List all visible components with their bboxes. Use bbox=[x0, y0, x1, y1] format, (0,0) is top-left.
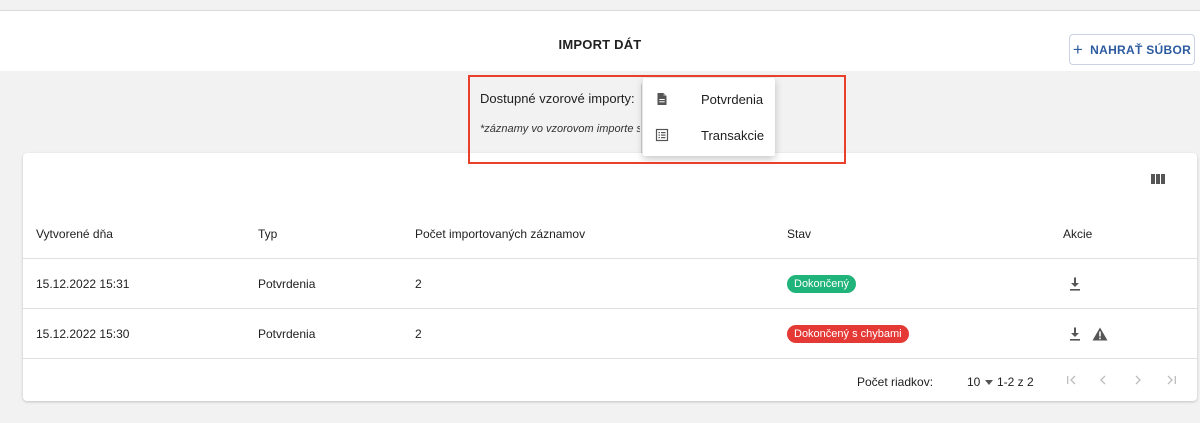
footer-divider bbox=[23, 358, 1197, 359]
cell-created: 15.12.2022 15:31 bbox=[36, 277, 130, 291]
status-badge: Dokončený bbox=[787, 275, 857, 293]
document-icon bbox=[657, 93, 667, 105]
list-icon bbox=[655, 128, 669, 142]
plus-icon: + bbox=[1072, 40, 1084, 59]
cell-created: 15.12.2022 15:30 bbox=[36, 327, 130, 341]
upload-file-button[interactable]: + NAHRAŤ SÚBOR bbox=[1069, 34, 1195, 65]
status-badge: Dokončený s chybami bbox=[787, 325, 909, 343]
column-header-status[interactable]: Stav bbox=[787, 227, 811, 241]
next-page-icon[interactable] bbox=[1130, 372, 1146, 388]
sample-imports-note: *záznamy vo vzorovom importe s bbox=[480, 123, 640, 135]
last-page-icon[interactable] bbox=[1163, 372, 1179, 388]
row-divider bbox=[23, 308, 1197, 309]
warning-icon[interactable] bbox=[1092, 327, 1108, 341]
column-header-type[interactable]: Typ bbox=[258, 227, 277, 241]
cell-type: Potvrdenia bbox=[258, 277, 316, 291]
upload-file-label: NAHRAŤ SÚBOR bbox=[1090, 42, 1192, 57]
imports-table-card: Vytvorené dňa Typ Počet importovaných zá… bbox=[23, 153, 1197, 401]
download-icon[interactable] bbox=[1069, 327, 1081, 341]
page-title: IMPORT DÁT bbox=[558, 37, 642, 52]
column-header-created[interactable]: Vytvorené dňa bbox=[36, 227, 113, 241]
column-header-actions: Akcie bbox=[1063, 227, 1093, 241]
cell-count: 2 bbox=[415, 277, 422, 291]
pagination-range: 1-2 z 2 bbox=[997, 375, 1034, 389]
menu-item-potvrdenia[interactable]: Potvrdenia bbox=[643, 82, 775, 116]
previous-page-icon[interactable] bbox=[1095, 372, 1111, 388]
rows-per-page-label: Počet riadkov: bbox=[857, 375, 934, 389]
cell-count: 2 bbox=[415, 327, 422, 341]
rows-per-page-select[interactable]: 10 bbox=[967, 375, 980, 389]
chevron-down-icon[interactable] bbox=[985, 380, 993, 385]
column-header-count[interactable]: Počet importovaných záznamov bbox=[415, 227, 585, 241]
sample-imports-label: Dostupné vzorové importy: bbox=[480, 91, 635, 106]
menu-item-label: Potvrdenia bbox=[701, 92, 764, 107]
header-divider bbox=[23, 258, 1197, 259]
menu-item-label: Transakcie bbox=[701, 128, 765, 143]
download-icon[interactable] bbox=[1069, 277, 1081, 291]
first-page-icon[interactable] bbox=[1064, 372, 1080, 388]
menu-item-transakcie[interactable]: Transakcie bbox=[643, 118, 775, 152]
page-header: IMPORT DÁT + NAHRAŤ SÚBOR bbox=[0, 11, 1200, 71]
sample-imports-menu: Potvrdenia Transakcie bbox=[643, 78, 775, 156]
cell-type: Potvrdenia bbox=[258, 327, 316, 341]
view-column-icon[interactable] bbox=[1151, 173, 1165, 185]
